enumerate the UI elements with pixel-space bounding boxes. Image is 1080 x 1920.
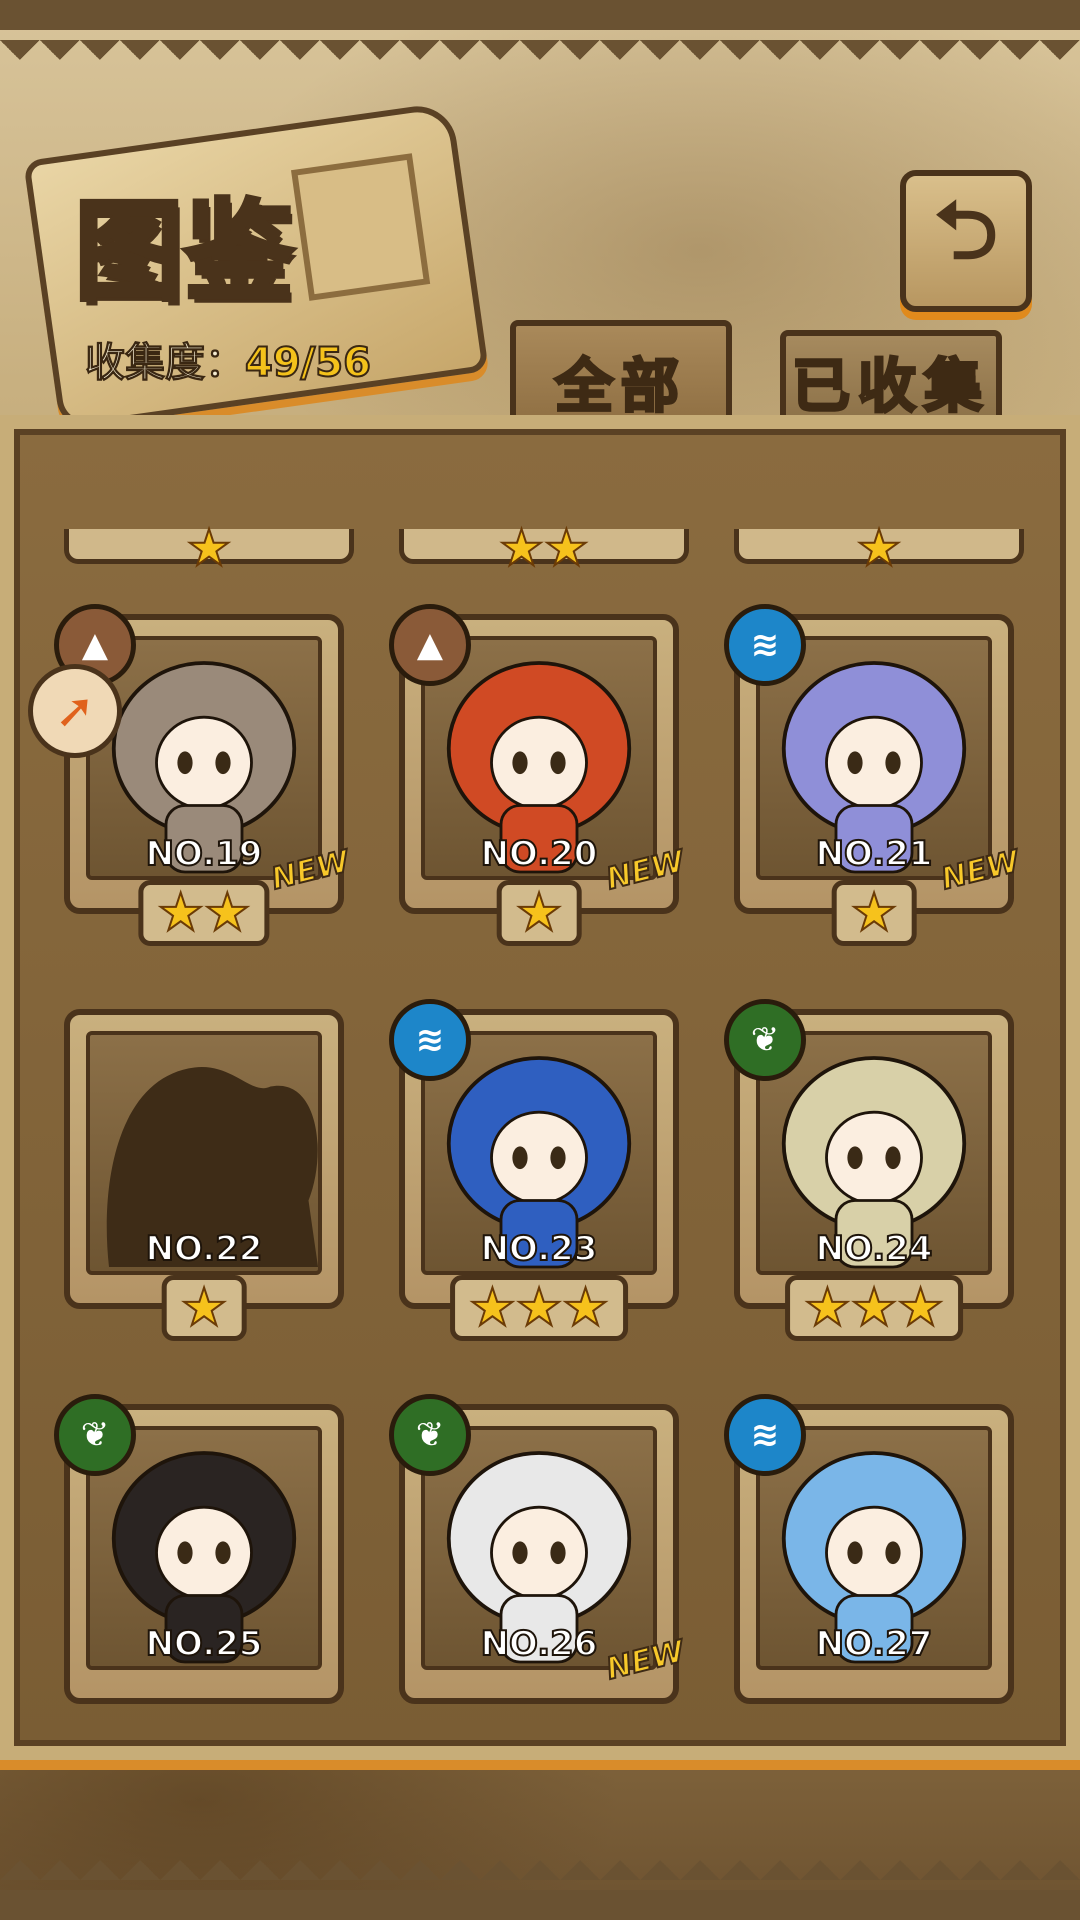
bottom-border: [0, 1860, 1080, 1920]
water-element-icon: ≋: [724, 1394, 806, 1476]
partial-card: ★: [734, 518, 1024, 578]
top-border: [0, 0, 1080, 60]
water-element-icon: ≋: [724, 604, 806, 686]
card-grid[interactable]: ★ ★★ ★ ▲ NO.19 NEW ★★ ▲ NO.20 NEW ★ ≋ NO.21 NEW ★ NO…: [14, 429, 1080, 1759]
collection-panel: ★ ★★ ★ ▲ NO.19 NEW ★★ ▲ NO.20 NEW ★ ≋ NO.21 NEW ★ NO…: [0, 415, 1080, 1760]
wood-element-icon: ❦: [724, 999, 806, 1081]
creature-card[interactable]: ≋ NO.27: [724, 1394, 1014, 1704]
creature-card[interactable]: ≋ NO.21 NEW ★: [724, 604, 1024, 946]
star-rating: ★: [856, 518, 903, 578]
back-button[interactable]: ⮌: [900, 170, 1032, 312]
card-number: NO.27: [815, 1623, 934, 1665]
wood-element-icon: ❦: [389, 1394, 471, 1476]
collection-label: 收集度：: [85, 340, 246, 387]
partial-card: ★: [64, 518, 354, 578]
page-title: 图鉴: [72, 188, 296, 318]
return-arrow-icon: ⮌: [933, 184, 999, 277]
collection-count: 49/56: [244, 339, 372, 387]
star-rating: ★★★: [785, 1275, 963, 1341]
creature-card[interactable]: ≋ NO.23 ★★★: [389, 999, 679, 1341]
tab-collected[interactable]: 已收集: [780, 330, 1002, 426]
creature-card[interactable]: ❦ NO.25: [54, 1394, 344, 1704]
star-rating: ★★: [138, 880, 270, 946]
creature-card[interactable]: ▲ NO.20 NEW ★: [389, 604, 689, 946]
water-element-icon: ≋: [389, 999, 471, 1081]
creature-card[interactable]: ❦ NO.26 NEW: [389, 1394, 689, 1704]
wood-element-icon: ❦: [54, 1394, 136, 1476]
creature-card[interactable]: ❦ NO.24 ★★★: [724, 999, 1014, 1341]
star-rating: ★★★: [450, 1275, 628, 1341]
star-rating: ★★: [498, 518, 590, 578]
creature-card[interactable]: NO.22 ★: [64, 1009, 344, 1341]
card-number: NO.22: [145, 1228, 264, 1270]
card-number: NO.24: [815, 1228, 934, 1270]
creature-card[interactable]: ▲ NO.19 NEW ★★: [54, 604, 354, 946]
star-rating: ★: [831, 880, 917, 946]
card-number: NO.25: [145, 1623, 264, 1665]
card-number: NO.23: [480, 1228, 599, 1270]
star-rating: ★: [186, 518, 233, 578]
collection-progress: 收集度：49/56: [85, 330, 372, 388]
partial-card: ★★: [399, 518, 689, 578]
earth-element-icon: ▲: [389, 604, 471, 686]
star-rating: ★: [161, 1275, 247, 1341]
scroll-indicator-arrow-icon[interactable]: ➚: [28, 664, 122, 758]
star-rating: ★: [496, 880, 582, 946]
